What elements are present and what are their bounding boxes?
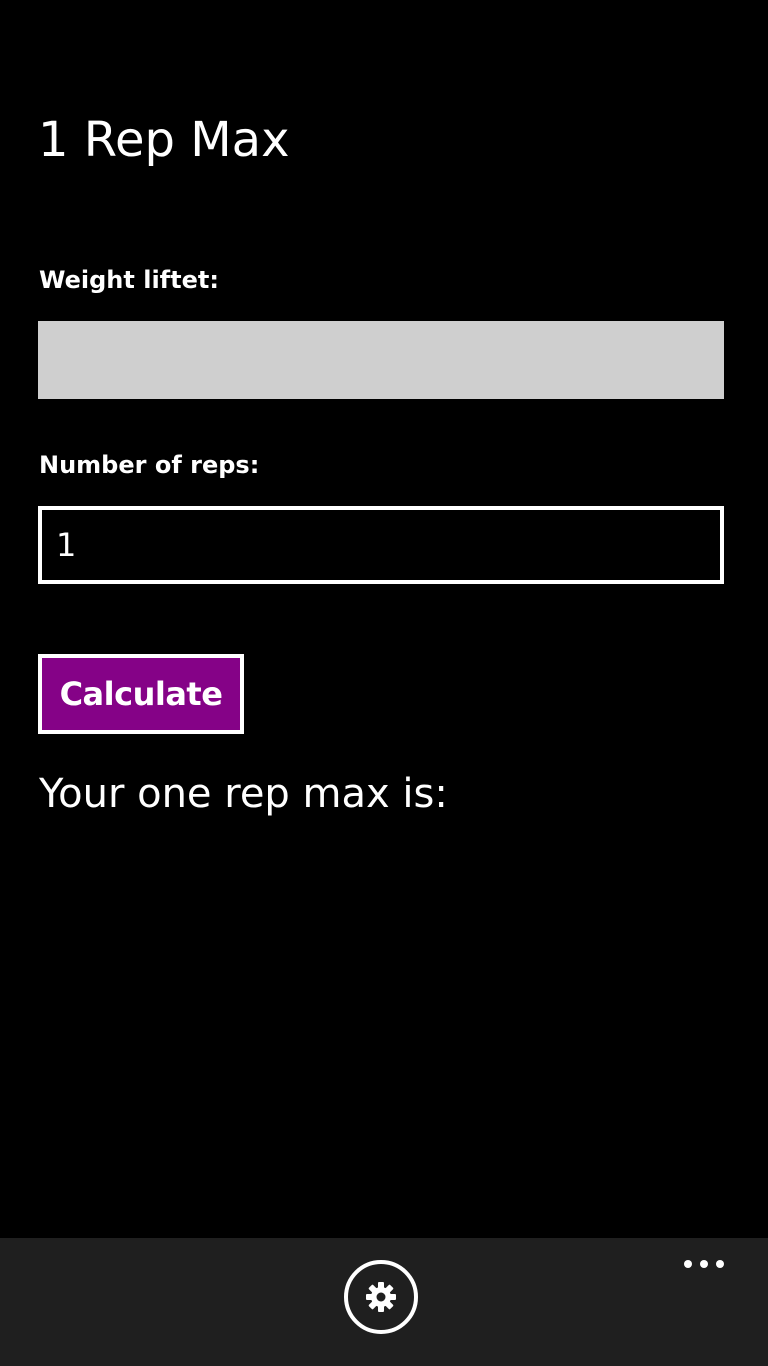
result-text: Your one rep max is: [39, 771, 448, 817]
calculate-button[interactable]: Calculate [38, 654, 244, 734]
app-page: 1 Rep Max Weight liftet: Number of reps:… [0, 0, 768, 1366]
page-title: 1 Rep Max [38, 112, 290, 168]
app-bar [0, 1238, 768, 1366]
weight-input[interactable] [38, 321, 724, 399]
ellipsis-dot [716, 1260, 724, 1268]
reps-input[interactable] [38, 506, 724, 584]
ellipsis-dot [700, 1260, 708, 1268]
ellipsis-icon [684, 1260, 692, 1268]
reps-label: Number of reps: [39, 451, 260, 479]
gear-icon [366, 1282, 396, 1312]
settings-button[interactable] [344, 1260, 418, 1334]
weight-label: Weight liftet: [39, 266, 219, 294]
more-options-button[interactable] [674, 1244, 734, 1280]
